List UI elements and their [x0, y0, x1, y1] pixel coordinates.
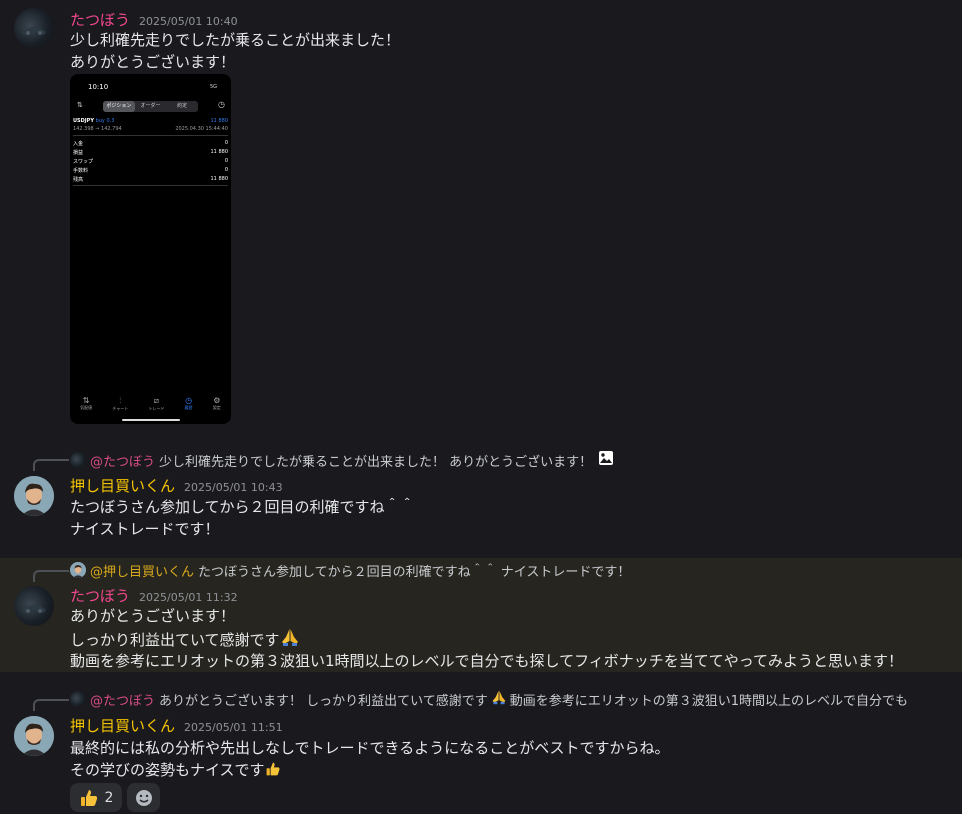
- reply-mention[interactable]: @たつぼう: [90, 451, 155, 470]
- reply-preview[interactable]: @たつぼう 少し利確先走りでしたが乗ることが出来ました！ ありがとうございます！: [70, 450, 614, 470]
- reply-text: 動画を参考にエリオットの第３波狙い1時間以上のレベルで自分でも: [509, 693, 909, 709]
- mini-avatar: [70, 691, 86, 707]
- phone-row-label: 残高: [73, 177, 84, 183]
- reply-text: たつぼうさん参加してから２回目の利確ですね＾＾ ナイストレードです！: [198, 564, 631, 580]
- username[interactable]: 押し目買いくん: [70, 475, 175, 496]
- phone-tab-group: ポジション オーダー 約定: [103, 101, 198, 112]
- username[interactable]: 押し目買いくん: [70, 715, 175, 736]
- reply-mention[interactable]: @押し目買いくん: [90, 561, 194, 580]
- message-text: その学びの姿勢もナイスです: [70, 759, 281, 781]
- reaction-thumbs-up[interactable]: 2: [70, 783, 122, 812]
- chart-icon: ⫶: [119, 396, 122, 405]
- timestamp: 2025/05/01 10:43: [184, 481, 283, 494]
- phone-pl: 11 880: [210, 118, 229, 124]
- phone-bottom-tab: トレード: [148, 406, 165, 411]
- phone-tab: オーダー: [140, 103, 161, 109]
- phone-row-label: 手数料: [73, 168, 89, 174]
- message-text: ありがとうございます！: [70, 53, 236, 71]
- phone-row-value: 0: [224, 158, 228, 164]
- reply-text: 少し利確先走りでしたが乗ることが出来ました！ ありがとうございます！: [159, 454, 593, 470]
- message-text-part: しっかり利益出ていて感謝です: [70, 631, 280, 649]
- quotes-icon: ⇅: [82, 396, 90, 405]
- phone-bottom-tab: 履歴: [184, 405, 193, 410]
- message-text: ありがとうございます！: [70, 607, 236, 625]
- phone-row-value: 0: [224, 167, 228, 173]
- phone-bottom-tabs: ⇅ 気配値 ⫶ チャート ⧄ トレード ◷ 履歴 ⚙ 設定: [70, 396, 231, 412]
- phone-symbol: USDJPY: [73, 118, 94, 124]
- message-text-part: その学びの姿勢もナイスです: [70, 761, 265, 779]
- message-text: しっかり利益出ていて感謝です: [70, 627, 300, 651]
- settings-icon: ⚙: [213, 396, 221, 405]
- phone-status-time: 10:10: [88, 83, 109, 91]
- sort-icon: ⇅: [77, 101, 83, 109]
- phone-bottom-tab: 気配値: [80, 405, 93, 410]
- reply-spine: [33, 570, 69, 582]
- phone-row-label: スワップ: [73, 159, 94, 165]
- phone-bottom-tab: チャート: [112, 406, 129, 411]
- message-text: 動画を参考にエリオットの第３波狙い1時間以上のレベルで自分でも探してフィボナッチ…: [70, 652, 904, 670]
- phone-open-time: 2025.04.30 15:44:40: [175, 126, 228, 132]
- image-icon: [598, 450, 614, 470]
- message-text: 最終的には私の分析や先出しなしでトレードできるようになることがベストですからね。: [70, 739, 670, 757]
- timestamp: 2025/05/01 11:32: [139, 591, 238, 604]
- reply-text: ありがとうございます！ しっかり利益出ていて感謝です: [159, 693, 488, 709]
- phone-tab: ポジション: [103, 101, 135, 112]
- phone-price-range: 142.398 → 142.794: [73, 126, 122, 132]
- message-text: たつぼうさん参加してから２回目の利確ですね＾＾: [70, 498, 415, 516]
- phone-tab: 約定: [177, 103, 188, 109]
- phone-row-label: 損益: [73, 150, 84, 156]
- avatar-tatsubou[interactable]: [14, 8, 54, 48]
- mini-avatar: [70, 562, 86, 578]
- reaction-count: 2: [104, 789, 114, 806]
- phone-row-label: 入金: [73, 141, 84, 147]
- message-text: ナイストレードです！: [70, 520, 220, 538]
- thumbs-up-icon: [79, 788, 99, 808]
- phone-row-value: 0: [224, 140, 228, 146]
- image-attachment[interactable]: 10:10 5G ⇅ ポジション オーダー 約定 ◷ USDJPY buy 0.…: [70, 74, 231, 424]
- username[interactable]: たつぼう: [70, 585, 130, 606]
- reply-preview[interactable]: @たつぼう ありがとうございます！ しっかり利益出ていて感謝です 動画を参考にエ…: [70, 690, 962, 708]
- timestamp: 2025/05/01 11:51: [184, 721, 283, 734]
- reply-spine: [33, 699, 69, 711]
- clock-icon: ◷: [218, 100, 225, 109]
- home-indicator: [121, 419, 180, 421]
- phone-bottom-tab: 設定: [212, 405, 221, 410]
- message-text: 少し利確先走りでしたが乗ることが出来ました！: [70, 31, 401, 49]
- avatar-oshime[interactable]: [14, 716, 54, 756]
- history-icon: ◷: [185, 396, 193, 405]
- reply-mention[interactable]: @たつぼう: [90, 690, 155, 709]
- phone-signal: 5G: [209, 84, 217, 90]
- folded-hands-icon: [280, 627, 300, 651]
- phone-row-value: 11 880: [210, 176, 229, 182]
- trade-icon: ⧄: [153, 396, 160, 405]
- username[interactable]: たつぼう: [70, 9, 130, 30]
- mini-avatar: [70, 452, 86, 468]
- avatar-tatsubou[interactable]: [14, 586, 54, 626]
- add-reaction-icon: [135, 789, 153, 807]
- phone-row-value: 11 880: [210, 149, 229, 155]
- folded-hands-icon: [491, 690, 507, 708]
- add-reaction-button[interactable]: [127, 783, 160, 812]
- thumbs-up-icon: [265, 761, 281, 781]
- reply-preview[interactable]: @押し目買いくん たつぼうさん参加してから２回目の利確ですね＾＾ ナイストレード…: [70, 561, 631, 580]
- timestamp: 2025/05/01 10:40: [139, 15, 238, 28]
- phone-side: buy 0.3: [95, 118, 115, 124]
- avatar-oshime[interactable]: [14, 476, 54, 516]
- reply-spine: [33, 459, 69, 471]
